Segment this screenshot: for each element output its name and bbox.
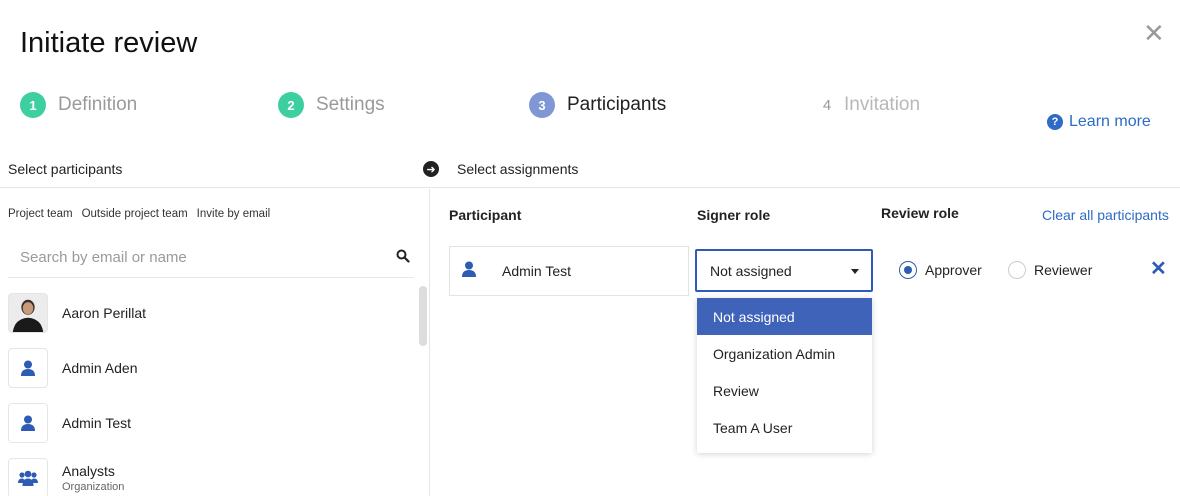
signer-role-value: Not assigned [710,263,792,279]
step-number: 4 [822,96,832,114]
dropdown-option[interactable]: Team A User [697,409,872,446]
step-label: Definition [58,94,138,115]
list-scrollbar[interactable] [419,286,427,346]
avatar [8,292,48,333]
step-definition[interactable]: 1 Definition [20,92,137,118]
participant-column-header: Participant [449,207,522,223]
step-number: 1 [20,92,46,118]
user-icon [21,360,35,376]
signer-role-column-header: Signer role [697,207,771,223]
radio-unselected-icon [1008,261,1026,279]
group-icon [18,470,38,486]
learn-more-label: Learn more [1069,113,1151,130]
step-settings[interactable]: 2 Settings [278,92,385,118]
participant-name: Admin Aden [62,359,138,376]
tab-project-team[interactable]: Project team [8,208,73,220]
list-item[interactable]: Aaron Perillat [8,285,412,340]
close-icon[interactable]: ✕ [1143,20,1165,46]
clear-all-participants-link[interactable]: Clear all participants [1042,207,1169,223]
select-participants-header: Select participants [0,150,430,188]
dropdown-option[interactable]: Organization Admin [697,335,872,372]
tab-invite-by-email[interactable]: Invite by email [197,208,271,220]
participant-name: Admin Test [62,414,131,431]
radio-label: Approver [925,262,982,278]
select-assignments-header: ➜ Select assignments [423,150,1180,188]
step-number: 2 [278,92,304,118]
avatar [8,347,48,388]
question-circle-icon: ? [1047,114,1063,130]
radio-selected-icon [899,261,917,279]
user-icon [462,261,476,277]
dropdown-option[interactable]: Review [697,372,872,409]
search-icon[interactable] [396,249,410,263]
user-icon [21,415,35,431]
review-role-column-header: Review role [881,205,959,221]
reviewer-radio[interactable]: Reviewer [1008,261,1092,279]
step-invitation[interactable]: 4 Invitation [820,92,920,118]
signer-role-dropdown: Not assigned Organization Admin Review T… [697,298,872,453]
chevron-down-icon [851,269,859,274]
step-label: Participants [567,94,667,115]
list-item[interactable]: Admin Aden [8,340,412,395]
list-item[interactable]: Admin Test [8,395,412,450]
radio-label: Reviewer [1034,262,1093,278]
search-input[interactable] [20,249,380,266]
participant-source-tabs: Project team Outside project team Invite… [8,208,270,220]
participant-list: Aaron Perillat Admin Aden Admin Test Ana… [8,285,412,496]
participant-type: Organization [62,480,125,493]
list-item[interactable]: Analysts Organization [8,450,412,496]
assigned-participant-name: Admin Test [502,263,571,279]
assigned-participant-row: Admin Test [449,246,689,296]
learn-more-link[interactable]: ? Learn more [1047,113,1151,131]
approver-radio[interactable]: Approver [899,261,982,279]
step-number: 3 [529,92,555,118]
select-assignments-label: Select assignments [457,161,579,177]
step-label: Invitation [844,94,921,115]
signer-role-select[interactable]: Not assigned [695,249,873,292]
dialog-title: Initiate review [20,27,198,59]
arrow-right-circle-icon: ➜ [423,161,439,177]
participant-name: Aaron Perillat [62,304,147,321]
participants-panel: Project team Outside project team Invite… [0,189,430,496]
avatar [8,457,48,496]
dropdown-option[interactable]: Not assigned [697,298,872,335]
participant-name: Analysts [62,462,115,479]
tab-outside-project-team[interactable]: Outside project team [82,208,188,220]
search-box [8,242,414,278]
step-participants[interactable]: 3 Participants [529,92,666,118]
step-label: Settings [316,94,385,115]
avatar [8,402,48,443]
remove-participant-icon[interactable]: ✕ [1150,259,1167,279]
select-participants-label: Select participants [8,161,123,177]
